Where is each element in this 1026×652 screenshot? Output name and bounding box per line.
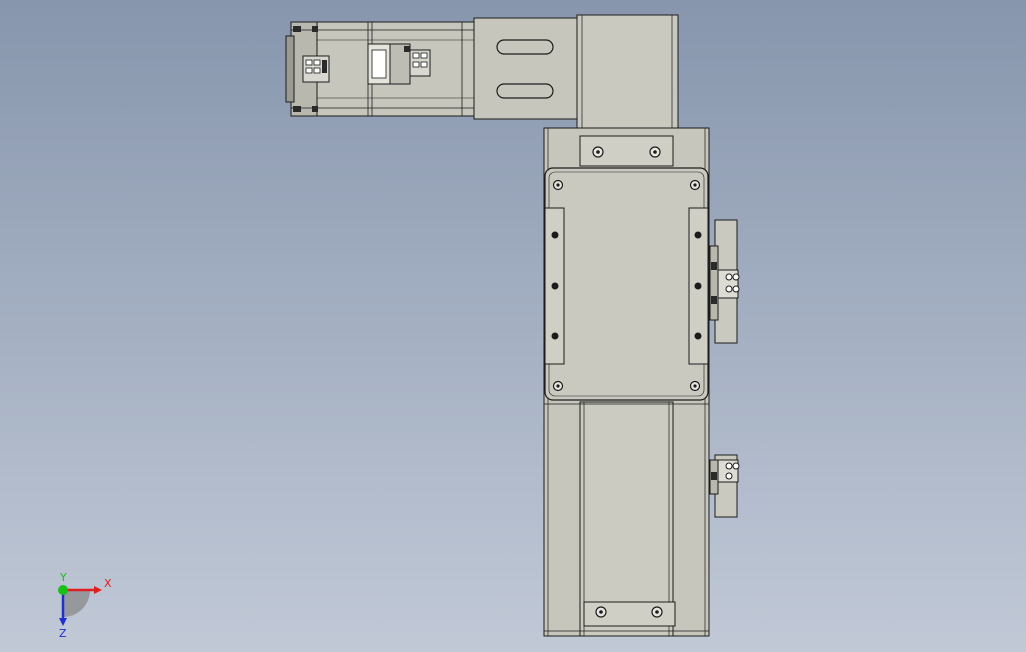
limit-sensor-upper[interactable] [709, 219, 740, 344]
strip-screw [694, 282, 702, 290]
strip-screw [551, 332, 559, 340]
strip-screw [551, 282, 559, 290]
bottom-end-block[interactable] [583, 601, 676, 627]
carriage-table[interactable] [544, 167, 709, 401]
motor-assembly[interactable] [285, 21, 475, 117]
motor-end-plate [285, 35, 295, 103]
z-axis-arrow [59, 618, 67, 626]
limit-sensor-lower[interactable] [709, 454, 740, 518]
x-axis-label: X [104, 577, 112, 590]
carriage-screw [552, 179, 564, 191]
coordinate-triad: X Y Z [58, 571, 112, 640]
triad-plane-indicator [63, 590, 90, 617]
carriage-screw [689, 179, 701, 191]
linear-actuator-model[interactable] [0, 0, 1026, 652]
carriage-screw [552, 380, 564, 392]
y-axis-label: Y [59, 571, 67, 584]
strip-screw [694, 231, 702, 239]
y-axis-dot [58, 585, 68, 595]
top-end-block[interactable] [579, 135, 674, 167]
encoder-connector [302, 55, 330, 83]
guide-channel [579, 401, 674, 637]
x-axis-arrow [94, 586, 102, 594]
cad-viewport[interactable]: X Y Z [0, 0, 1026, 652]
motor-adapter-flange[interactable] [473, 17, 578, 120]
z-axis-label: Z [59, 627, 67, 640]
carriage-screw [689, 380, 701, 392]
fold-back-housing[interactable] [576, 14, 679, 137]
strip-screw [694, 332, 702, 340]
strip-screw [551, 231, 559, 239]
